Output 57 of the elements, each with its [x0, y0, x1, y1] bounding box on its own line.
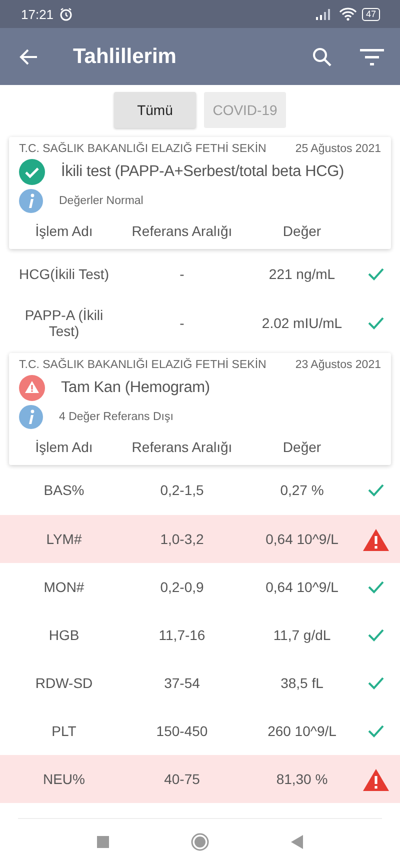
wifi-icon [338, 7, 357, 21]
table-cell-text: RDW-SD [34, 675, 94, 691]
test-name: Tam Kan (Hemogram) [61, 379, 210, 397]
screen-title: Tahlillerim [73, 44, 178, 68]
column-header: İşlem Adı [34, 223, 94, 239]
table-cell-text: 0,64 10^9/L [264, 579, 340, 595]
result-card[interactable]: T.C. SAĞLIK BAKANLIĞI ELAZIĞ FETHİ SEKİN 25 Ağustos 2021 İkili test (PAPP-A+Serbest/total beta HCG) Değerler Normal İşlem Adı Referans Aralığı Değer [9, 137, 391, 249]
result-card[interactable]: T.C. SAĞLIK BAKANLIĞI ELAZIĞ FETHİ SEKİN 23 Ağustos 2021 Tam Kan (Hemogram) 4 Değer Referans Dışı İşlem Adı Referans Aralığı Değer [9, 353, 391, 465]
table-cell-text: 221 ng/mL [268, 266, 336, 282]
battery-indicator: 47 [362, 8, 380, 20]
table-cell-text: 0,64 10^9/L [264, 531, 340, 547]
table-cell-text: 40-75 [163, 771, 201, 787]
filter-tab[interactable]: Tümü [114, 92, 196, 128]
table-cell-text: HGB [48, 627, 80, 643]
filter-icon[interactable] [360, 46, 384, 66]
back-icon[interactable] [19, 46, 39, 66]
column-header: Referans Aralığı [130, 223, 234, 239]
info-icon [19, 405, 43, 429]
column-header: Referans Aralığı [130, 439, 234, 455]
result-date: 25 Ağustos 2021 [295, 143, 381, 155]
table-cell-text: 0,2-1,5 [159, 482, 205, 498]
result-date: 23 Ağustos 2021 [295, 359, 381, 371]
search-icon[interactable] [312, 46, 332, 66]
table-cell-text: NEU% [42, 771, 86, 787]
table-cell-text: - [178, 266, 186, 282]
table-cell-text: PLT [50, 723, 78, 739]
table-cell-text: 260 10^9/L [266, 723, 338, 739]
table-cell-text: 11,7-16 [158, 627, 206, 643]
table-cell-text: 81,30 % [275, 771, 329, 787]
info-icon [19, 189, 43, 213]
status-time: 17:21 [21, 6, 54, 22]
institution-name: T.C. SAĞLIK BAKANLIĞI ELAZIĞ FETHİ SEKİN [19, 359, 266, 371]
column-header: İşlem Adı [34, 439, 94, 455]
table-cell-text: PAPP-A (İkili Test) [24, 307, 104, 339]
table-cell-text: LYM# [45, 531, 83, 547]
alarm-icon [58, 7, 73, 21]
column-header: Değer [282, 439, 322, 455]
table-cell-text: 0,27 % [279, 482, 325, 498]
table-cell-text: 11,7 g/dL [272, 627, 332, 643]
table-cell-text: 1,0-3,2 [159, 531, 205, 547]
test-name: İkili test (PAPP-A+Serbest/total beta HCG) [61, 163, 344, 181]
home-icon[interactable] [191, 832, 209, 850]
institution-name: T.C. SAĞLIK BAKANLIĞI ELAZIĞ FETHİ SEKİN [19, 143, 266, 155]
back-nav-icon[interactable] [291, 834, 303, 848]
table-cell-text: 2.02 mIU/mL [260, 315, 344, 331]
column-header: Değer [282, 223, 322, 239]
result-summary: Değerler Normal [59, 195, 144, 207]
table-cell-text: 150-450 [155, 723, 209, 739]
table-cell-text: 38,5 fL [280, 675, 324, 691]
table-cell-text: 0,2-0,9 [159, 579, 205, 595]
table-cell-text: BAS% [42, 482, 86, 498]
table-cell-text: - [178, 315, 186, 331]
result-summary: 4 Değer Referans Dışı [59, 411, 174, 423]
table-cell-text: MON# [42, 579, 86, 595]
table-cell-text: 37-54 [163, 675, 201, 691]
table-cell-text: HCG(İkili Test) [18, 266, 110, 282]
recents-icon[interactable] [97, 836, 109, 848]
